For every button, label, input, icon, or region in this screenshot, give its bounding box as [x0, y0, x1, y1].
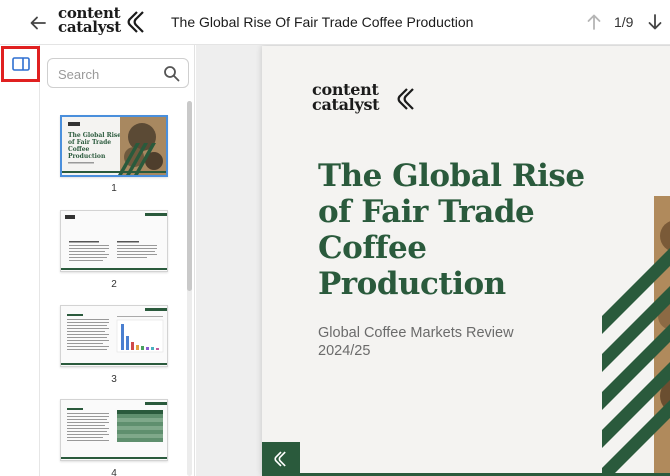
page-subtitle: Global Coffee Markets Review 2024/25 — [318, 324, 558, 360]
arrow-down-icon[interactable] — [646, 13, 664, 31]
cover-image-stripes — [602, 196, 670, 476]
thumbnail-page-4[interactable] — [60, 399, 168, 461]
thumbnail-label-4: 4 — [111, 468, 117, 476]
thumbnail-panel: The Global Rise of Fair Trade Coffee Pro… — [41, 45, 195, 476]
toggle-thumbnails-button[interactable] — [1, 46, 40, 82]
page-counter: 1/9 — [614, 14, 634, 30]
thumbnail-page-1[interactable]: The Global Rise of Fair Trade Coffee Pro… — [60, 115, 168, 177]
thumbnail-page-3[interactable] — [60, 305, 168, 367]
back-button[interactable] — [27, 12, 49, 34]
page-title-line-1: The Global Rise — [318, 158, 585, 194]
page-subtitle-line-2: 2024/25 — [318, 343, 371, 359]
arrow-up-icon[interactable] — [585, 13, 603, 31]
footer-logo-mark-icon — [274, 451, 286, 467]
arrow-left-icon — [30, 16, 46, 30]
page-logo-line-2: catalyst — [312, 95, 380, 114]
search-icon[interactable] — [163, 65, 180, 82]
scrollbar-thumb[interactable] — [187, 101, 192, 291]
logo-wordmark: content catalyst — [58, 6, 121, 36]
page-title: The Global Rise of Fair Trade Coffee Pro… — [318, 158, 618, 302]
thumbnail-label-3: 3 — [111, 374, 117, 385]
page-title-line-4: Production — [318, 266, 506, 302]
page-logo-mark-icon — [397, 88, 414, 110]
search-input[interactable] — [58, 64, 158, 84]
document-viewer: content catalyst The Global Rise Of Fair… — [0, 0, 670, 476]
thumbnail-scrollbar[interactable] — [187, 101, 192, 476]
thumbnail-label-1: 1 — [111, 183, 117, 194]
svg-text:Coffee: Coffee — [68, 146, 90, 153]
page-brand-logo: content catalyst — [312, 82, 422, 116]
search-box — [47, 58, 189, 88]
document-page: content catalyst The Global Rise of Fair… — [262, 46, 670, 476]
thumbnail-page-2-preview — [61, 211, 167, 271]
left-rail — [0, 45, 40, 476]
page-title-line-3: Coffee — [318, 230, 427, 266]
page-title-line-2: of Fair Trade — [318, 194, 535, 230]
thumbnail-page-1-preview: The Global Rise of Fair Trade Coffee Pro… — [62, 117, 166, 175]
page-subtitle-line-1: Global Coffee Markets Review — [318, 325, 514, 341]
svg-text:Production: Production — [68, 153, 106, 160]
thumbnail-page-2[interactable] — [60, 210, 168, 272]
page-footer-badge — [262, 442, 300, 476]
page-logo-wordmark: content catalyst — [312, 82, 380, 114]
thumbnail-page-3-preview — [61, 306, 167, 366]
document-title: The Global Rise Of Fair Trade Coffee Pro… — [171, 14, 474, 30]
logo-mark-icon — [127, 11, 144, 33]
sidebar-panel-icon — [11, 57, 30, 71]
svg-text:The Global Rise: The Global Rise — [68, 132, 121, 139]
logo-line-2: catalyst — [58, 18, 121, 36]
document-canvas[interactable]: content catalyst The Global Rise of Fair… — [196, 45, 670, 476]
thumbnail-page-4-preview — [61, 400, 167, 460]
top-bar: content catalyst The Global Rise Of Fair… — [0, 0, 670, 45]
brand-logo[interactable]: content catalyst — [58, 6, 152, 40]
svg-text:of Fair Trade: of Fair Trade — [68, 139, 111, 146]
thumbnail-label-2: 2 — [111, 279, 117, 290]
